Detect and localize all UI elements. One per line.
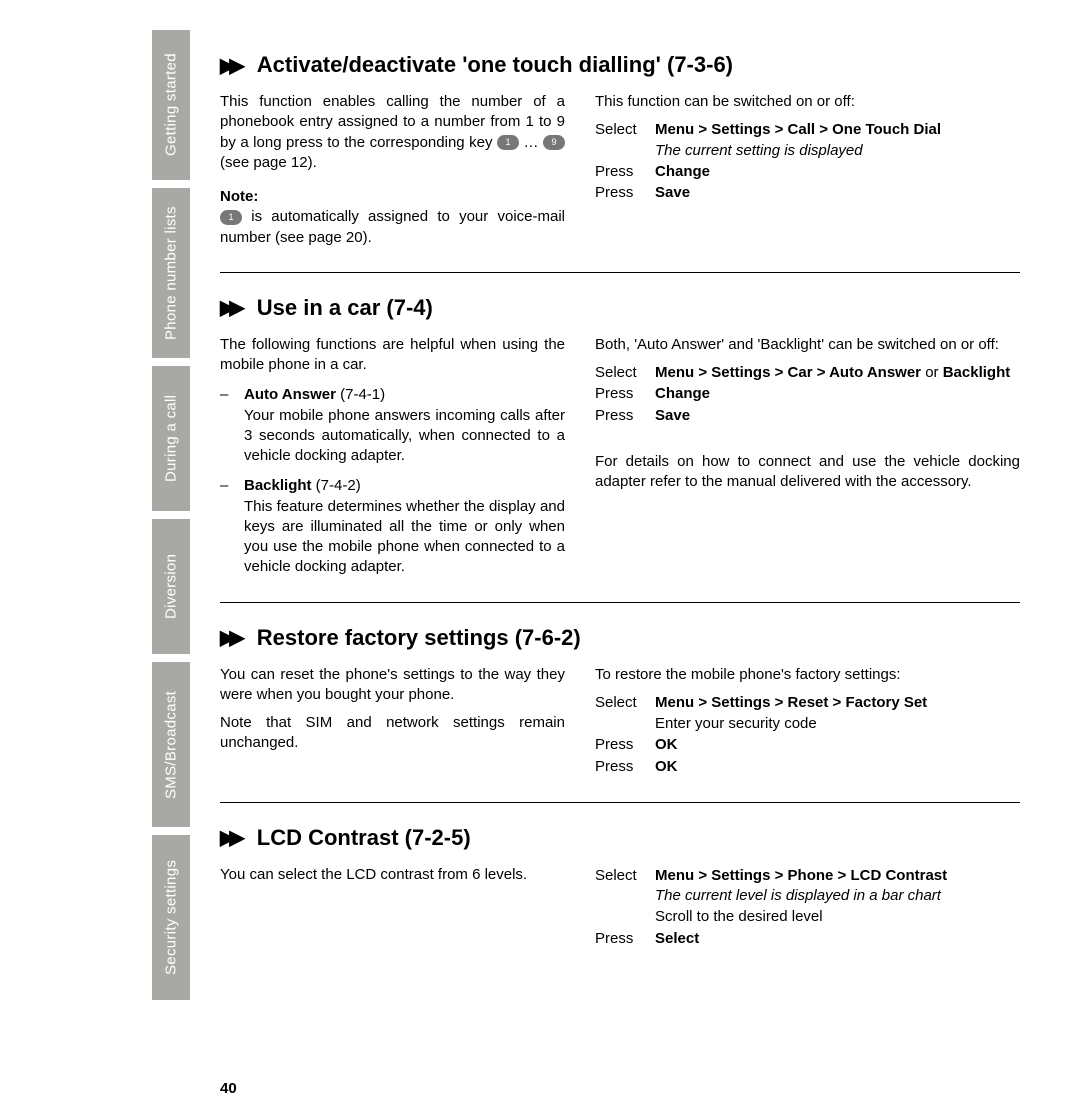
step-row: Press Change bbox=[595, 384, 1020, 404]
tab-sms-broadcast[interactable]: SMS/Broadcast bbox=[152, 662, 190, 827]
step-row: Scroll to the desired level bbox=[595, 907, 1020, 927]
key-1-icon: 1 bbox=[497, 135, 519, 150]
fast-forward-icon: ▶▶ bbox=[220, 625, 245, 650]
section-title-one-touch: ▶▶ Activate/deactivate 'one touch dialli… bbox=[220, 52, 1020, 78]
tab-phone-number-lists[interactable]: Phone number lists bbox=[152, 188, 190, 358]
step-row: Press OK bbox=[595, 757, 1020, 777]
step-row: Press OK bbox=[595, 735, 1020, 755]
fast-forward-icon: ▶▶ bbox=[220, 295, 245, 320]
step-row: Press Select bbox=[595, 929, 1020, 949]
tab-getting-started[interactable]: Getting started bbox=[152, 30, 190, 180]
fast-forward-icon: ▶▶ bbox=[220, 825, 245, 850]
paragraph: The following functions are helpful when… bbox=[220, 335, 565, 376]
heading-text: Restore factory settings (7-6-2) bbox=[257, 625, 581, 651]
paragraph: This function can be switched on or off: bbox=[595, 92, 1020, 112]
paragraph: Note that SIM and network settings remai… bbox=[220, 713, 565, 754]
note-text: 1 is automatically assigned to your voic… bbox=[220, 207, 565, 248]
tab-during-a-call[interactable]: During a call bbox=[152, 366, 190, 511]
step-row: Select Menu > Settings > Call > One Touc… bbox=[595, 120, 1020, 161]
key-9-icon: 9 bbox=[543, 135, 565, 150]
key-1-icon: 1 bbox=[220, 210, 242, 225]
paragraph: Both, 'Auto Answer' and 'Backlight' can … bbox=[595, 335, 1020, 355]
section-title-use-car: ▶▶ Use in a car (7-4) bbox=[220, 295, 1020, 321]
paragraph: This function enables calling the number… bbox=[220, 92, 565, 173]
page-number: 40 bbox=[220, 1080, 237, 1097]
list-item: – Backlight (7-4-2) This feature determi… bbox=[220, 476, 565, 577]
tab-security-settings[interactable]: Security settings bbox=[152, 835, 190, 1000]
sidebar: Getting started Phone number lists Durin… bbox=[0, 0, 190, 1117]
step-row: Press Change bbox=[595, 162, 1020, 182]
paragraph: For details on how to connect and use th… bbox=[595, 452, 1020, 493]
fast-forward-icon: ▶▶ bbox=[220, 53, 245, 78]
divider bbox=[220, 802, 1020, 803]
step-row: Select Menu > Settings > Phone > LCD Con… bbox=[595, 866, 1020, 907]
section-title-lcd: ▶▶ LCD Contrast (7-2-5) bbox=[220, 825, 1020, 851]
divider bbox=[220, 272, 1020, 273]
step-row: Press Save bbox=[595, 406, 1020, 426]
heading-text: Use in a car (7-4) bbox=[257, 295, 433, 321]
paragraph: To restore the mobile phone's factory se… bbox=[595, 665, 1020, 685]
heading-text: LCD Contrast (7-2-5) bbox=[257, 825, 471, 851]
step-row: Press Save bbox=[595, 183, 1020, 203]
paragraph: You can select the LCD contrast from 6 l… bbox=[220, 865, 565, 885]
list-item: – Auto Answer (7-4-1) Your mobile phone … bbox=[220, 385, 565, 466]
step-row: Select Menu > Settings > Reset > Factory… bbox=[595, 693, 1020, 713]
step-row: Enter your security code bbox=[595, 714, 1020, 734]
tab-diversion[interactable]: Diversion bbox=[152, 519, 190, 654]
paragraph: You can reset the phone's settings to th… bbox=[220, 665, 565, 706]
note-label: Note: bbox=[220, 187, 565, 207]
page-content: ▶▶ Activate/deactivate 'one touch dialli… bbox=[190, 0, 1080, 1117]
section-title-restore: ▶▶ Restore factory settings (7-6-2) bbox=[220, 625, 1020, 651]
heading-text: Activate/deactivate 'one touch dialling'… bbox=[257, 52, 733, 78]
divider bbox=[220, 602, 1020, 603]
step-row: Select Menu > Settings > Car > Auto Answ… bbox=[595, 363, 1020, 383]
